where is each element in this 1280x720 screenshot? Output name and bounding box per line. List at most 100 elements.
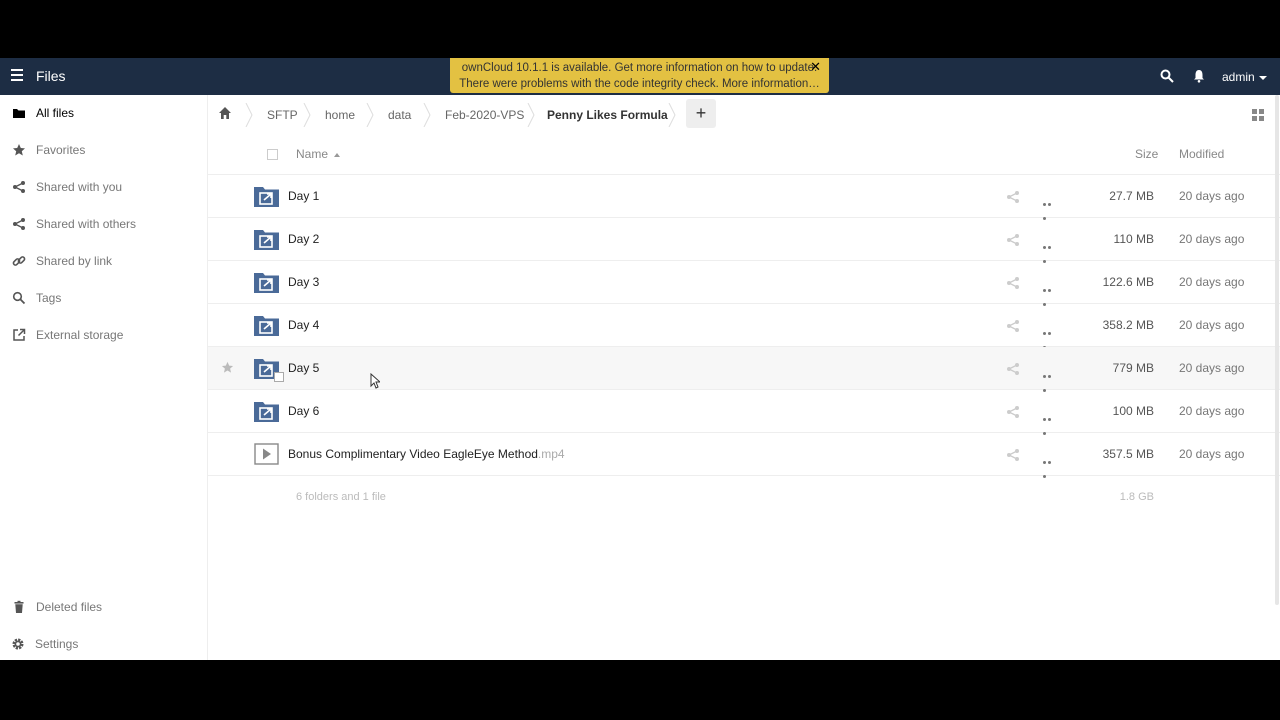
chevron-down-icon — [1258, 75, 1267, 80]
hamburger-menu-icon[interactable] — [11, 69, 24, 83]
notice-integrity-text[interactable]: There were problems with the code integr… — [450, 76, 829, 92]
table-row[interactable]: Day 3 122.6 MB 20 days ago — [208, 261, 1280, 306]
table-row[interactable]: Bonus Complimentary Video EagleEye Metho… — [208, 433, 1280, 478]
file-name[interactable]: Day 2 — [288, 232, 319, 246]
breadcrumb-current-folder[interactable]: Penny Likes Formula — [547, 108, 668, 122]
bell-icon[interactable] — [1192, 69, 1206, 83]
file-name[interactable]: Day 1 — [288, 189, 319, 203]
breadcrumb-data[interactable]: data — [388, 108, 411, 122]
external-link-icon — [13, 328, 26, 341]
file-size: 110 MB — [1113, 232, 1154, 246]
file-size: 357.5 MB — [1102, 447, 1154, 461]
new-item-button[interactable]: + — [686, 99, 716, 128]
share-icon — [13, 181, 25, 193]
sidebar-item-settings[interactable]: Settings — [0, 626, 208, 660]
table-row[interactable]: Day 4 358.2 MB 20 days ago — [208, 304, 1280, 349]
breadcrumb-separator — [527, 103, 535, 127]
breadcrumb-separator — [303, 103, 311, 127]
share-icon[interactable] — [1006, 362, 1020, 376]
search-icon[interactable] — [1160, 69, 1174, 83]
sidebar-item-label: All files — [36, 106, 75, 120]
sidebar-item-external-storage[interactable]: External storage — [0, 317, 208, 353]
breadcrumb-separator — [423, 103, 431, 127]
table-row[interactable]: Day 2 110 MB 20 days ago — [208, 218, 1280, 263]
file-name[interactable]: Day 3 — [288, 275, 319, 289]
notice-update-text[interactable]: ownCloud 10.1.1 is available. Get more i… — [450, 60, 829, 76]
file-name[interactable]: Day 5 — [288, 361, 319, 375]
file-modified: 20 days ago — [1179, 404, 1245, 418]
sidebar-item-label: Shared with others — [36, 217, 137, 231]
file-size: 27.7 MB — [1109, 189, 1154, 203]
share-icon[interactable] — [1006, 405, 1020, 419]
more-actions-icon[interactable] — [1043, 195, 1057, 220]
share-icon[interactable] — [1006, 276, 1020, 290]
sidebar-item-shared-with-others[interactable]: Shared with others — [0, 206, 208, 242]
external-folder-icon — [254, 187, 279, 207]
more-actions-icon[interactable] — [1043, 324, 1057, 349]
sort-ascending-icon — [334, 152, 341, 157]
table-row[interactable]: Day 5 779 MB 20 days ago — [208, 347, 1280, 392]
breadcrumb-separator — [245, 103, 253, 127]
breadcrumb: SFTP home data Feb-2020-VPS Penny Likes … — [208, 95, 1280, 135]
file-name[interactable]: Day 6 — [288, 404, 319, 418]
file-modified: 20 days ago — [1179, 361, 1245, 375]
sidebar-item-favorites[interactable]: Favorites — [0, 132, 208, 168]
app-window: Files ownCloud 10.1.1 is available. Get … — [0, 58, 1280, 660]
file-name-text: Day 5 — [288, 361, 320, 375]
table-row[interactable]: Day 6 100 MB 20 days ago — [208, 390, 1280, 435]
breadcrumb-sftp[interactable]: SFTP — [267, 108, 298, 122]
more-actions-icon[interactable] — [1043, 453, 1057, 478]
sidebar-item-label: Shared by link — [36, 254, 113, 268]
file-size: 358.2 MB — [1102, 318, 1154, 332]
more-actions-icon[interactable] — [1043, 238, 1057, 263]
sidebar-item-tags[interactable]: Tags — [0, 280, 208, 316]
notice-close-icon[interactable]: ✕ — [810, 59, 821, 75]
breadcrumb-home[interactable]: home — [325, 108, 355, 122]
share-icon[interactable] — [1006, 233, 1020, 247]
table-row[interactable]: Day 1 27.7 MB 20 days ago — [208, 175, 1280, 220]
tag-search-icon — [12, 291, 26, 305]
sort-by-size[interactable]: Size — [1135, 147, 1158, 161]
share-icon — [13, 218, 25, 230]
sidebar-item-label: Favorites — [36, 143, 86, 157]
app-title[interactable]: Files — [36, 68, 66, 84]
breadcrumb-feb-2020-vps[interactable]: Feb-2020-VPS — [445, 108, 524, 122]
sort-by-modified[interactable]: Modified — [1179, 147, 1224, 161]
column-name-label: Name — [296, 147, 329, 161]
file-name-text: Day 4 — [288, 318, 320, 332]
share-icon[interactable] — [1006, 190, 1020, 204]
more-actions-icon[interactable] — [1043, 410, 1057, 435]
sort-by-name[interactable]: Name — [296, 147, 341, 161]
sidebar-item-all-files[interactable]: All files — [0, 95, 208, 131]
more-actions-icon[interactable] — [1043, 281, 1057, 306]
file-size: 100 MB — [1112, 404, 1154, 418]
sidebar-item-label: External storage — [36, 328, 124, 342]
share-icon[interactable] — [1006, 319, 1020, 333]
select-all-checkbox[interactable] — [267, 149, 278, 160]
summary-count: 6 folders and 1 file — [296, 491, 386, 503]
file-modified: 20 days ago — [1179, 447, 1245, 461]
home-icon[interactable] — [218, 106, 232, 120]
file-name-text: Bonus Complimentary Video EagleEye Metho… — [288, 447, 538, 461]
external-folder-icon — [254, 273, 279, 293]
user-menu[interactable]: admin — [1222, 70, 1267, 84]
file-name[interactable]: Day 4 — [288, 318, 319, 332]
sidebar-item-label: Settings — [35, 637, 79, 651]
sidebar-item-shared-with-you[interactable]: Shared with you — [0, 169, 208, 205]
share-icon[interactable] — [1006, 448, 1020, 462]
scrollbar[interactable] — [1275, 95, 1279, 605]
file-name[interactable]: Bonus Complimentary Video EagleEye Metho… — [288, 447, 565, 461]
file-name-text: Day 2 — [288, 232, 320, 246]
sidebar-item-deleted-files[interactable]: Deleted files — [0, 589, 208, 625]
file-summary: 6 folders and 1 file 1.8 GB — [208, 491, 1280, 521]
sidebar-item-shared-by-link[interactable]: Shared by link — [0, 243, 208, 279]
more-actions-icon[interactable] — [1043, 367, 1057, 392]
summary-total-size: 1.8 GB — [1119, 491, 1154, 503]
file-name-text: Day 6 — [288, 404, 320, 418]
file-modified: 20 days ago — [1179, 275, 1245, 289]
favorite-star-icon[interactable] — [221, 361, 234, 374]
grid-view-icon[interactable] — [1251, 108, 1265, 122]
row-select-checkbox[interactable] — [274, 372, 284, 382]
file-modified: 20 days ago — [1179, 189, 1245, 203]
update-notice: ownCloud 10.1.1 is available. Get more i… — [450, 58, 829, 93]
